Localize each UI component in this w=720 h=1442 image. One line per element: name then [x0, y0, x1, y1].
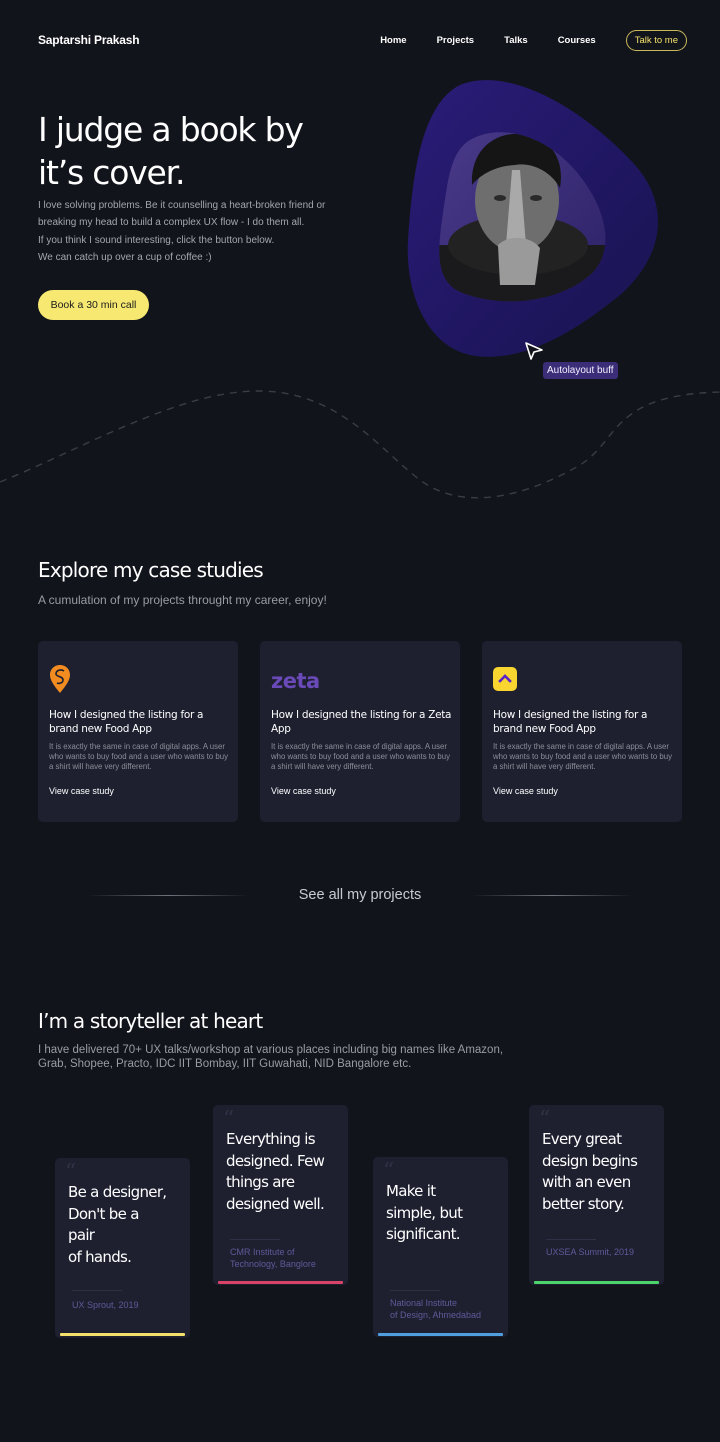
quote-line: significant.: [386, 1225, 461, 1243]
divider-line: [472, 895, 632, 896]
quote-card: “ Every great design begins with an even…: [529, 1105, 664, 1285]
quote-line: designed well.: [226, 1194, 325, 1213]
nav-home[interactable]: Home: [380, 35, 406, 46]
card-description: It is exactly the same in case of digita…: [271, 742, 451, 771]
quote-mark-icon: “: [223, 1107, 235, 1132]
quote-line: Everything is: [226, 1130, 316, 1148]
case-study-card[interactable]: zeta How I designed the listing for a Ze…: [260, 641, 460, 822]
card-title: How I designed the listing for a brand n…: [49, 709, 204, 735]
quote-divider: [390, 1290, 440, 1291]
nav-courses[interactable]: Courses: [558, 35, 596, 46]
hero-title-line: it’s cover.: [38, 153, 185, 192]
quote-divider: [72, 1290, 122, 1291]
cursor-arrow-icon: [525, 342, 543, 360]
card-description: It is exactly the same in case of digita…: [49, 742, 229, 771]
quote-line: Every great: [542, 1130, 622, 1148]
hero-desc-line: breaking my head to build a complex UX f…: [38, 217, 305, 229]
quote-mark-icon: “: [65, 1160, 77, 1185]
quote-line: Make it: [386, 1182, 436, 1200]
quote-line: of hands.: [68, 1247, 132, 1266]
quote-line: things are: [226, 1173, 295, 1191]
talk-to-me-button[interactable]: Talk to me: [625, 30, 687, 51]
card-description: It is exactly the same in case of digita…: [493, 742, 673, 771]
quote-divider: [230, 1239, 280, 1240]
book-call-button[interactable]: Book a 30 min call: [38, 290, 149, 320]
hero-description: I love solving problems. Be it counselli…: [38, 197, 358, 266]
talks-subtitle-line: Grab, Shopee, Practo, IDC IIT Bombay, II…: [38, 1058, 412, 1070]
brand-name[interactable]: Saptarshi Prakash: [38, 33, 140, 47]
quote-line: with an even: [542, 1173, 631, 1191]
quote-mark-icon: “: [539, 1107, 551, 1132]
quote-card: “ Everything is designed. Few things are…: [213, 1105, 348, 1285]
quote-text: Every great design begins with an even b…: [542, 1129, 660, 1215]
talks-subtitle-line: I have delivered 70+ UX talks/workshop a…: [38, 1044, 504, 1056]
quote-text: Be a designer, Don't be a pair of hands.: [68, 1182, 186, 1268]
hero-desc-line: I love solving problems. Be it counselli…: [38, 200, 326, 211]
quote-text: Everything is designed. Few things are d…: [226, 1129, 344, 1215]
chevron-app-logo-icon: [493, 663, 517, 695]
quote-card: “ Be a designer, Don't be a pair of hand…: [55, 1158, 190, 1338]
dashed-wave-decoration: [0, 390, 720, 499]
hero-desc-line: If you think I sound interesting, click …: [38, 234, 275, 246]
case-study-card[interactable]: How I designed the listing for a brand n…: [38, 641, 238, 822]
quote-line: design begins: [542, 1151, 638, 1170]
quote-line: Be a designer,: [68, 1183, 167, 1201]
quote-accent-bar: [60, 1333, 185, 1336]
quote-line: better story.: [542, 1194, 625, 1213]
quote-source-line: CMR Institute of: [230, 1247, 295, 1257]
quote-source-line: UX Sprout, 2019: [72, 1300, 139, 1310]
see-all-projects: See all my projects: [0, 884, 720, 908]
quote-mark-icon: “: [383, 1159, 395, 1184]
case-study-card[interactable]: How I designed the listing for a brand n…: [482, 641, 682, 822]
hero-title-line: I judge a book by: [38, 110, 304, 149]
quote-text: Make it simple, but significant.: [386, 1181, 504, 1246]
quote-accent-bar: [378, 1333, 503, 1336]
profile-blob: [407, 80, 658, 357]
top-nav: Home Projects Talks Courses Talk to me: [380, 30, 687, 51]
view-case-study-link[interactable]: View case study: [493, 786, 558, 796]
quote-line: simple, but: [386, 1203, 463, 1222]
quote-line: pair: [68, 1226, 95, 1244]
hero-desc-line: We can catch up over a cup of coffee :): [38, 251, 212, 263]
case-study-cards: How I designed the listing for a brand n…: [38, 641, 682, 822]
talks-subtitle: I have delivered 70+ UX talks/workshop a…: [38, 1043, 503, 1071]
quote-source: National Institute of Design, Ahmedabad: [390, 1297, 505, 1321]
quote-line: Don't be a: [68, 1204, 139, 1223]
quote-accent-bar: [218, 1281, 343, 1284]
quote-card: “ Make it simple, but significant. Natio…: [373, 1157, 508, 1337]
nav-projects[interactable]: Projects: [437, 35, 475, 46]
talks-title: I’m a storyteller at heart: [38, 1009, 263, 1033]
card-title: How I designed the listing for a brand n…: [493, 709, 648, 735]
quote-accent-bar: [534, 1281, 659, 1284]
zeta-logo-text: zeta: [271, 669, 320, 693]
card-title: How I designed the listing for a Zeta Ap…: [271, 709, 452, 735]
case-studies-subtitle: A cumulation of my projects throught my …: [38, 593, 327, 607]
hero-title: I judge a book by it’s cover.: [38, 108, 338, 194]
quote-source: CMR Institute of Technology, Banglore: [230, 1246, 345, 1270]
quote-source: UX Sprout, 2019: [72, 1299, 187, 1311]
view-case-study-link[interactable]: View case study: [49, 786, 114, 796]
nav-talks[interactable]: Talks: [504, 35, 528, 46]
zeta-logo-icon: zeta: [271, 663, 320, 695]
quote-source-line: National Institute: [390, 1298, 458, 1308]
quote-source-line: Technology, Banglore: [230, 1259, 316, 1269]
swiggy-logo-icon: [49, 663, 71, 695]
quote-divider: [546, 1239, 596, 1240]
case-studies-title: Explore my case studies: [38, 558, 264, 582]
quote-source-line: UXSEA Summit, 2019: [546, 1247, 635, 1257]
quote-line: designed. Few: [226, 1151, 325, 1170]
quote-source-line: of Design, Ahmedabad: [390, 1310, 482, 1320]
quote-source: UXSEA Summit, 2019: [546, 1246, 661, 1258]
view-case-study-link[interactable]: View case study: [271, 786, 336, 796]
